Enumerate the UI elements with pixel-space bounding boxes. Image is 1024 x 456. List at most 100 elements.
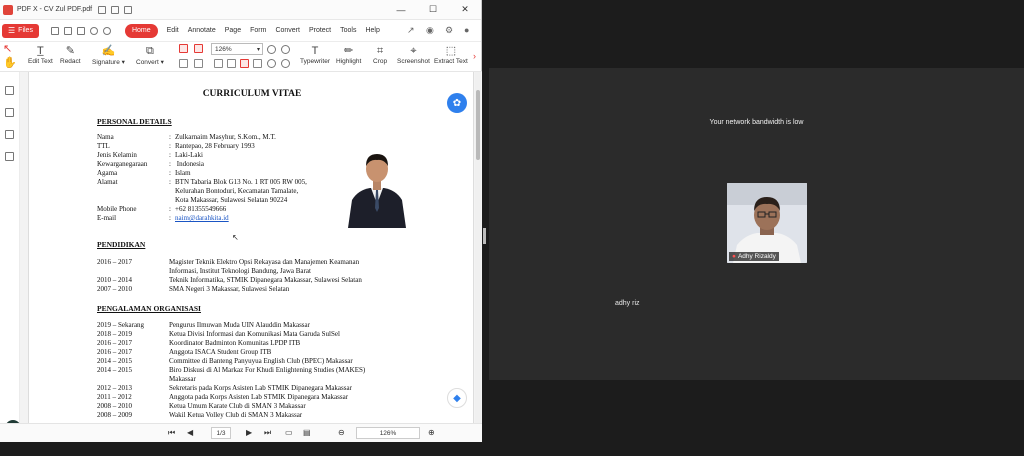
user-icon[interactable]: ● — [464, 26, 473, 35]
org-row: 2016 – 2017 Koordinator Badminton Komunit… — [97, 339, 300, 348]
comments-icon[interactable] — [5, 130, 14, 139]
tab-help[interactable]: Help — [365, 24, 379, 38]
signature-button[interactable]: ✍ Signature ▾ — [92, 44, 125, 66]
print-icon[interactable] — [124, 5, 133, 14]
eye-icon[interactable]: ◉ — [426, 26, 435, 35]
org-row: 2012 – 2013 Sekretaris pada Korps Asisten… — [97, 384, 352, 393]
detail-value: BTN Tabaria Blok G13 No. 1 RT 005 RW 005… — [175, 178, 307, 186]
single-page-icon[interactable] — [179, 44, 188, 53]
tab-home[interactable]: Home — [124, 23, 158, 38]
edit-text-button[interactable]: T̲ Edit Text — [28, 44, 53, 65]
document-viewport[interactable]: CURRICULUM VITAE PERSONAL DETAILS Nama: Z… — [20, 72, 482, 423]
undo-icon[interactable] — [89, 26, 98, 35]
year-range: 2016 – 2017 — [97, 339, 132, 347]
ai-chat-icon[interactable]: ✿ — [447, 93, 467, 113]
bookmark-icon[interactable] — [5, 86, 14, 95]
zoom-out-button[interactable]: ⊖ — [338, 428, 345, 438]
rotate-left-icon[interactable] — [267, 59, 276, 68]
single-view-icon[interactable]: ▭ — [285, 428, 293, 438]
redact-button[interactable]: ✎ Redact — [60, 44, 81, 65]
chevron-right-icon[interactable]: › — [473, 51, 476, 61]
mic-muted-icon: ● — [732, 253, 736, 260]
redo-icon[interactable] — [102, 26, 111, 35]
hand-tool[interactable]: ✋ — [3, 56, 17, 70]
translate-icon[interactable]: ◆ — [447, 388, 467, 408]
files-button[interactable]: ☰ Files — [2, 23, 39, 38]
fit-width-icon[interactable] — [214, 59, 223, 68]
zoom-out-icon[interactable] — [267, 45, 276, 54]
vertical-scrollbar[interactable] — [475, 72, 481, 423]
read-mode-icon[interactable] — [253, 59, 262, 68]
crop-button[interactable]: ⌗ Crop — [373, 44, 387, 65]
hamburger-icon: ☰ — [8, 26, 16, 35]
screenshot-label: Screenshot — [397, 58, 430, 65]
zoom-value: 126% — [215, 45, 232, 53]
convert-button[interactable]: ⧉ Convert ▾ — [136, 44, 164, 66]
detail-key: Jenis Kelamin — [97, 151, 137, 159]
participant-name: Adhy Rizaldy — [737, 253, 776, 260]
detail-row: Nama: Zulkarnaim Masyhur, S.Kom., M.T. — [97, 133, 276, 141]
last-page-icon[interactable]: ⏭ — [264, 428, 271, 438]
settings-icon[interactable]: ⚙ — [445, 26, 454, 35]
rotate-right-icon[interactable] — [281, 59, 290, 68]
profile-photo — [344, 138, 410, 228]
thumbnails-icon[interactable] — [5, 108, 14, 117]
minimize-button[interactable]: — — [385, 0, 417, 20]
tab-annotate[interactable]: Annotate — [188, 24, 216, 38]
highlight-button[interactable]: ✏ Highlight — [336, 44, 361, 65]
share-icon[interactable]: ↗ — [407, 26, 416, 35]
zoom-select[interactable]: 126% ▾ — [211, 43, 263, 55]
actual-size-icon[interactable] — [227, 59, 236, 68]
participant-video-tile[interactable]: ● Adhy Rizaldy — [727, 183, 807, 263]
year-range: 2008 – 2009 — [97, 411, 132, 419]
maximize-button[interactable]: ☐ — [417, 0, 449, 20]
detail-row: TTL: Rantepao, 28 February 1993 — [97, 142, 255, 150]
tab-protect[interactable]: Protect — [309, 24, 331, 38]
detail-value: Kota Makassar, Sulawesi Selatan 90224 — [175, 196, 288, 204]
menu-bar: ☰ Files Home Edit Annotate Page Form Con… — [0, 20, 481, 42]
education-row: 2007 – 2010 SMA Negeri 3 Makassar, Sulawe… — [97, 285, 289, 294]
education-row: 2010 – 2014 Teknik Informatika, STMIK Dip… — [97, 276, 362, 285]
next-page-icon[interactable]: ▶ — [246, 428, 252, 438]
screenshot-button[interactable]: ⌖ Screenshot — [397, 44, 430, 65]
org-text: Koordinator Badminton Komunitas LPDP ITB — [169, 339, 301, 347]
select-tool[interactable]: ↖ — [3, 42, 12, 56]
org-row: 2016 – 2017 Anggota ISACA Student Group I… — [97, 348, 271, 357]
tab-edit[interactable]: Edit — [167, 24, 179, 38]
zoom-in-button[interactable]: ⊕ — [428, 428, 435, 438]
attachments-icon[interactable] — [5, 152, 14, 161]
page-number-input[interactable]: 1/3 — [211, 427, 231, 439]
email-link[interactable]: naim@darahkita.id — [175, 214, 229, 222]
continuous-view-icon[interactable]: ▤ — [303, 428, 311, 438]
detail-row: Mobile Phone: +62 81355549666 — [97, 205, 227, 213]
first-page-icon[interactable]: ⏮ — [168, 428, 175, 438]
save-icon[interactable] — [111, 5, 120, 14]
typewriter-button[interactable]: T Typewriter — [300, 44, 330, 65]
scrollbar-thumb[interactable] — [476, 90, 480, 160]
fit-page-icon[interactable] — [179, 59, 188, 68]
org-row: Makassar — [97, 375, 196, 384]
tab-tools[interactable]: Tools — [340, 24, 356, 38]
page-layout-icon[interactable] — [194, 59, 203, 68]
org-text: Committee di Banteng Panyuyua English Cl… — [169, 357, 353, 365]
tab-page[interactable]: Page — [225, 24, 241, 38]
extract-text-button[interactable]: ⬚ Extract Text — [434, 44, 468, 65]
extract-text-icon: ⬚ — [445, 45, 457, 57]
zoom-level-input[interactable]: 126% — [356, 427, 420, 439]
zoom-in-icon[interactable] — [281, 45, 290, 54]
org-row: 2019 – Sekarang Pengurus Ilmuwan Muda UIN… — [97, 321, 310, 330]
tab-convert[interactable]: Convert — [275, 24, 300, 38]
print-file-icon[interactable] — [76, 26, 85, 35]
year-range: 2016 – 2017 — [97, 258, 132, 266]
cursor-icon: ↖ — [3, 43, 13, 55]
double-page-icon[interactable] — [194, 44, 203, 53]
open-icon[interactable] — [98, 5, 107, 14]
save-file-icon[interactable] — [63, 26, 72, 35]
tab-form[interactable]: Form — [250, 24, 266, 38]
participant-video — [727, 183, 807, 263]
fit-visible-icon[interactable] — [240, 59, 249, 68]
new-file-icon[interactable] — [50, 26, 59, 35]
close-button[interactable]: ✕ — [449, 0, 481, 20]
split-handle[interactable] — [483, 228, 486, 244]
prev-page-icon[interactable]: ◀ — [187, 428, 193, 438]
